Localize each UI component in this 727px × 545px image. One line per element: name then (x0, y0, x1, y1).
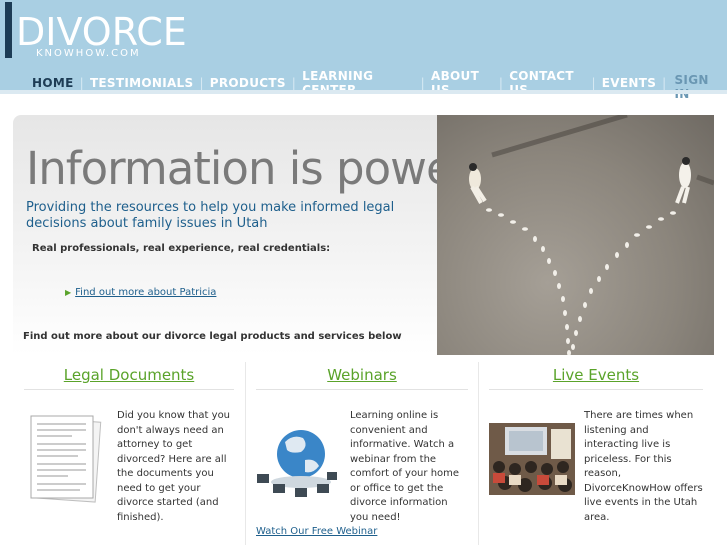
live-events-text: There are times when listening and inter… (584, 410, 703, 523)
products-intro: Find out more about our divorce legal pr… (23, 331, 402, 342)
hero-credentials: Real professionals, real experience, rea… (32, 243, 331, 254)
sign-in-link[interactable]: SIGN IN (668, 65, 727, 101)
column-divider (24, 389, 234, 390)
nav-separator: | (662, 76, 667, 90)
couple-footprints-image (469, 115, 714, 355)
nav-item-testimonials[interactable]: TESTIMONIALS (84, 76, 200, 90)
logo-bar (5, 2, 12, 58)
hero-photo (437, 115, 714, 355)
hero-title: Information is power. (26, 142, 480, 195)
webinars-text: Learning online is convenient and inform… (350, 410, 460, 523)
live-events-title[interactable]: Live Events (489, 366, 703, 384)
header-divider (0, 90, 727, 94)
webinars-title[interactable]: Webinars (256, 366, 468, 384)
legal-documents-icon (30, 415, 102, 503)
live-event-photo (489, 423, 575, 495)
patricia-link[interactable]: Find out more about Patricia (75, 287, 216, 298)
legal-documents-title[interactable]: Legal Documents (24, 366, 234, 384)
globe-computers-icon (257, 430, 337, 497)
patricia-link-wrap: ▶ Find out more about Patricia (65, 287, 216, 298)
legal-documents-text: Did you know that you don't always need … (117, 410, 231, 523)
column-separator (245, 362, 246, 545)
column-divider (256, 389, 468, 390)
site-header: DIVORCE KNOWHOW.COM HOME | TESTIMONIALS … (0, 0, 727, 101)
hero-subtitle: Providing the resources to help you make… (26, 200, 395, 231)
logo-subtitle: KNOWHOW.COM (36, 48, 141, 59)
column-divider (489, 389, 703, 390)
column-separator (478, 362, 479, 545)
arrow-right-icon: ▶ (65, 288, 72, 297)
nav-item-home[interactable]: HOME (26, 76, 80, 90)
nav-item-events[interactable]: EVENTS (596, 76, 662, 90)
watch-webinar-link[interactable]: Watch Our Free Webinar (256, 526, 377, 537)
nav-item-products[interactable]: PRODUCTS (204, 76, 292, 90)
logo[interactable]: DIVORCE (16, 12, 187, 52)
